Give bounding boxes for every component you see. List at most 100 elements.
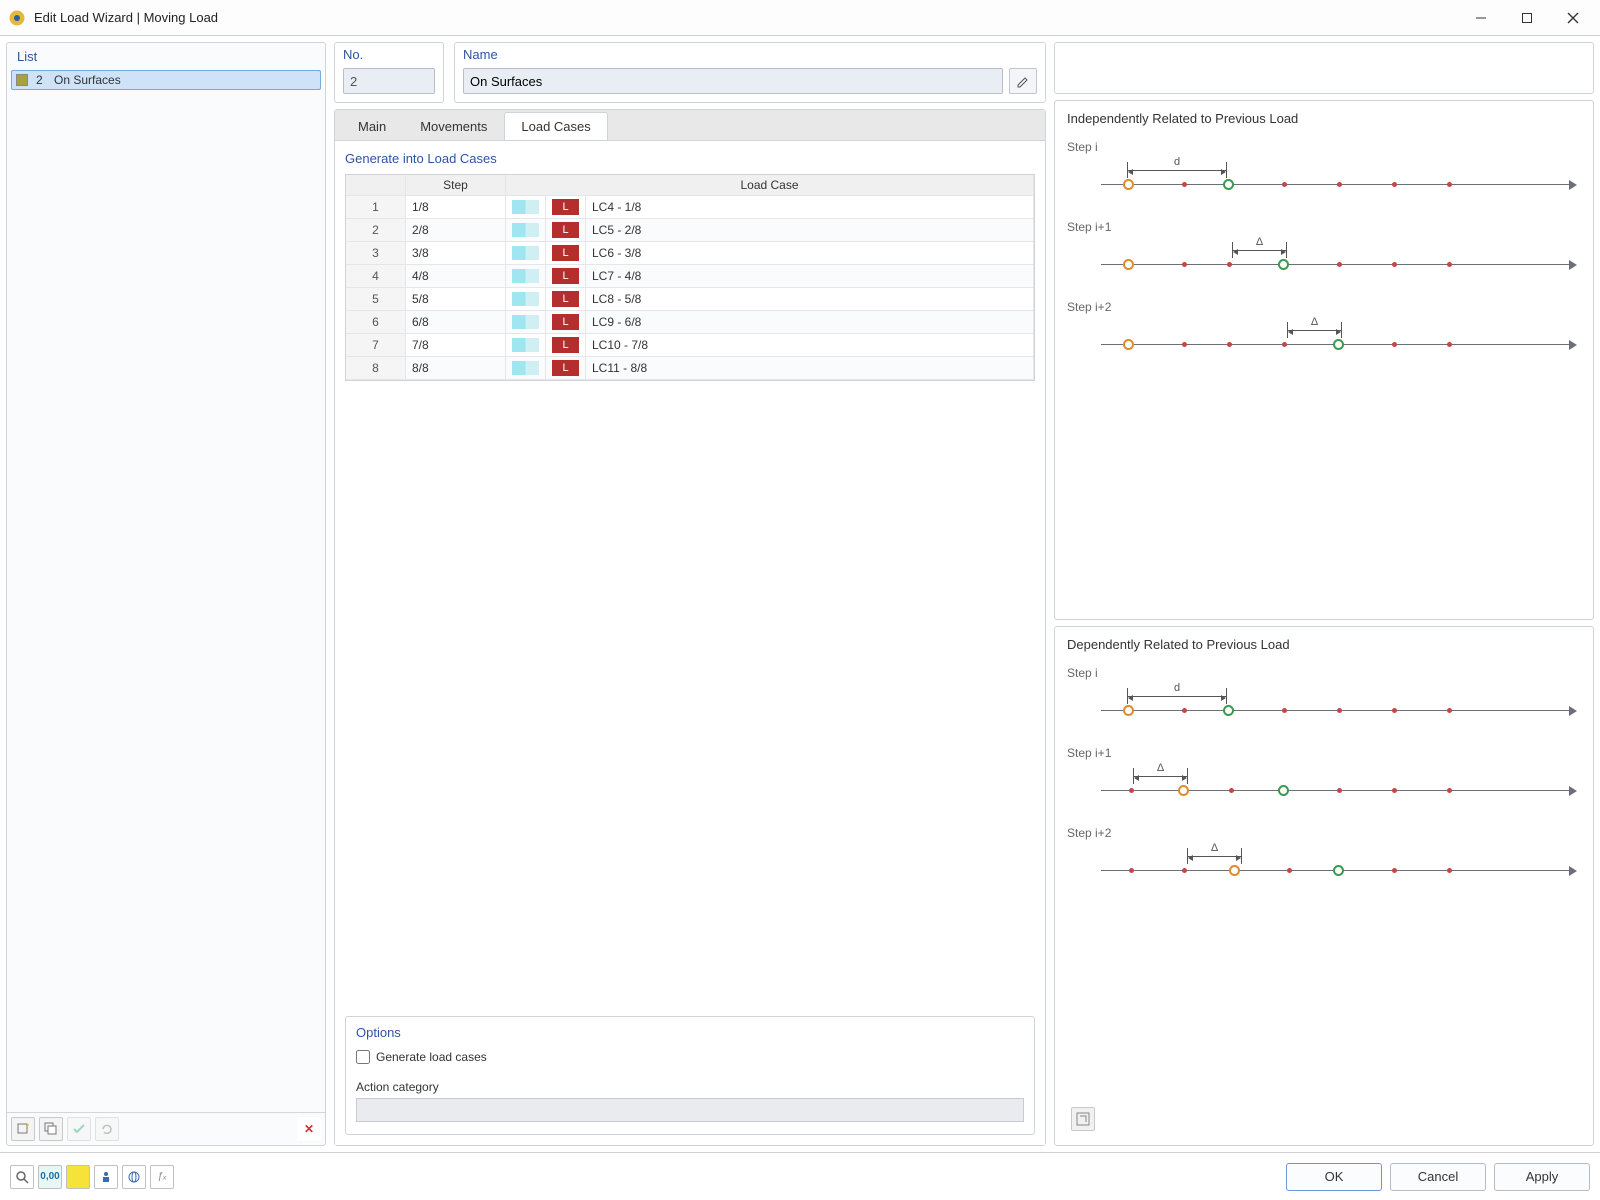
cell-step: 6/8 bbox=[406, 311, 506, 334]
cell-step: 2/8 bbox=[406, 219, 506, 242]
row-number: 1 bbox=[346, 196, 406, 219]
step-label: Step i+2 bbox=[1067, 300, 1581, 314]
tab-main[interactable]: Main bbox=[341, 112, 403, 140]
window-title: Edit Load Wizard | Moving Load bbox=[34, 10, 1458, 25]
preview-box bbox=[1054, 42, 1594, 94]
list-item[interactable]: 2 On Surfaces bbox=[11, 70, 321, 90]
cell-case: LC10 - 7/8 bbox=[586, 334, 1034, 357]
generate-load-cases-label: Generate load cases bbox=[376, 1050, 487, 1064]
independent-illustration: Independently Related to Previous Load S… bbox=[1054, 100, 1594, 620]
tool-script-button[interactable]: ƒₓ bbox=[150, 1165, 174, 1189]
cell-swatch bbox=[506, 196, 546, 219]
row-number: 3 bbox=[346, 242, 406, 265]
app-icon bbox=[8, 9, 26, 27]
tool-globe-button[interactable] bbox=[122, 1165, 146, 1189]
table-row[interactable]: 33/8 LLC6 - 3/8 bbox=[346, 242, 1034, 265]
step-label: Step i+1 bbox=[1067, 746, 1581, 760]
cell-step: 5/8 bbox=[406, 288, 506, 311]
expand-diagram-button[interactable] bbox=[1071, 1107, 1095, 1131]
maximize-button[interactable] bbox=[1504, 0, 1550, 36]
action-category-field[interactable] bbox=[356, 1098, 1024, 1122]
row-number: 8 bbox=[346, 357, 406, 380]
name-field[interactable] bbox=[463, 68, 1003, 94]
list-header: List bbox=[7, 43, 325, 68]
ok-button[interactable]: OK bbox=[1286, 1163, 1382, 1191]
new-item-button[interactable] bbox=[11, 1117, 35, 1141]
list-item-label: On Surfaces bbox=[54, 73, 121, 87]
step-label: Step i bbox=[1067, 666, 1581, 680]
cell-badge: L bbox=[546, 219, 586, 242]
cell-badge: L bbox=[546, 311, 586, 334]
cell-case: LC5 - 2/8 bbox=[586, 219, 1034, 242]
cell-swatch bbox=[506, 242, 546, 265]
step-label: Step i+2 bbox=[1067, 826, 1581, 840]
cell-case: LC4 - 1/8 bbox=[586, 196, 1034, 219]
cell-case: LC8 - 5/8 bbox=[586, 288, 1034, 311]
refresh-button[interactable] bbox=[95, 1117, 119, 1141]
table-row[interactable]: 88/8 LLC11 - 8/8 bbox=[346, 357, 1034, 380]
row-number: 5 bbox=[346, 288, 406, 311]
dependent-illustration: Dependently Related to Previous Load Ste… bbox=[1054, 626, 1594, 1146]
cell-case: LC6 - 3/8 bbox=[586, 242, 1034, 265]
cell-badge: L bbox=[546, 196, 586, 219]
independent-title: Independently Related to Previous Load bbox=[1067, 111, 1581, 126]
copy-item-button[interactable] bbox=[39, 1117, 63, 1141]
cell-swatch bbox=[506, 288, 546, 311]
cell-badge: L bbox=[546, 242, 586, 265]
cell-badge: L bbox=[546, 265, 586, 288]
cell-swatch bbox=[506, 219, 546, 242]
table-row[interactable]: 11/8 LLC4 - 1/8 bbox=[346, 196, 1034, 219]
cell-swatch bbox=[506, 334, 546, 357]
tool-units-button[interactable]: 0,00 bbox=[38, 1165, 62, 1189]
cell-badge: L bbox=[546, 357, 586, 380]
col-load-case: Load Case bbox=[506, 175, 1034, 196]
delete-button[interactable]: ✕ bbox=[297, 1117, 321, 1141]
dependent-title: Dependently Related to Previous Load bbox=[1067, 637, 1581, 652]
cell-swatch bbox=[506, 265, 546, 288]
cell-swatch bbox=[506, 311, 546, 334]
check-button[interactable] bbox=[67, 1117, 91, 1141]
table-row[interactable]: 77/8 LLC10 - 7/8 bbox=[346, 334, 1034, 357]
tab-load-cases[interactable]: Load Cases bbox=[504, 112, 607, 140]
row-number: 2 bbox=[346, 219, 406, 242]
cell-case: LC7 - 4/8 bbox=[586, 265, 1034, 288]
cell-step: 8/8 bbox=[406, 357, 506, 380]
step-label: Step i+1 bbox=[1067, 220, 1581, 234]
cell-badge: L bbox=[546, 334, 586, 357]
cell-case: LC9 - 6/8 bbox=[586, 311, 1034, 334]
list-item-number: 2 bbox=[36, 73, 50, 87]
row-number: 7 bbox=[346, 334, 406, 357]
cancel-button[interactable]: Cancel bbox=[1390, 1163, 1486, 1191]
row-number: 4 bbox=[346, 265, 406, 288]
apply-button[interactable]: Apply bbox=[1494, 1163, 1590, 1191]
minimize-button[interactable] bbox=[1458, 0, 1504, 36]
tool-yellow-button[interactable] bbox=[66, 1165, 90, 1189]
table-row[interactable]: 55/8 LLC8 - 5/8 bbox=[346, 288, 1034, 311]
list-item-swatch-icon bbox=[16, 74, 28, 86]
cell-case: LC11 - 8/8 bbox=[586, 357, 1034, 380]
table-row[interactable]: 66/8 LLC9 - 6/8 bbox=[346, 311, 1034, 334]
cell-step: 7/8 bbox=[406, 334, 506, 357]
options-title: Options bbox=[356, 1025, 1024, 1040]
generate-load-cases-checkbox[interactable] bbox=[356, 1050, 370, 1064]
table-row[interactable]: 22/8 LLC5 - 2/8 bbox=[346, 219, 1034, 242]
no-field-label: No. bbox=[343, 47, 435, 68]
table-title: Generate into Load Cases bbox=[345, 151, 1035, 166]
cell-step: 4/8 bbox=[406, 265, 506, 288]
tool-person-button[interactable] bbox=[94, 1165, 118, 1189]
table-row[interactable]: 44/8 LLC7 - 4/8 bbox=[346, 265, 1034, 288]
rename-button[interactable] bbox=[1009, 68, 1037, 94]
cell-badge: L bbox=[546, 288, 586, 311]
action-category-label: Action category bbox=[356, 1080, 1024, 1094]
cell-step: 1/8 bbox=[406, 196, 506, 219]
cell-step: 3/8 bbox=[406, 242, 506, 265]
tool-search-button[interactable] bbox=[10, 1165, 34, 1189]
name-field-label: Name bbox=[463, 47, 1037, 68]
close-button[interactable] bbox=[1550, 0, 1596, 36]
cell-swatch bbox=[506, 357, 546, 380]
row-number: 6 bbox=[346, 311, 406, 334]
tab-movements[interactable]: Movements bbox=[403, 112, 504, 140]
col-step: Step bbox=[406, 175, 506, 196]
step-label: Step i bbox=[1067, 140, 1581, 154]
no-field[interactable] bbox=[343, 68, 435, 94]
